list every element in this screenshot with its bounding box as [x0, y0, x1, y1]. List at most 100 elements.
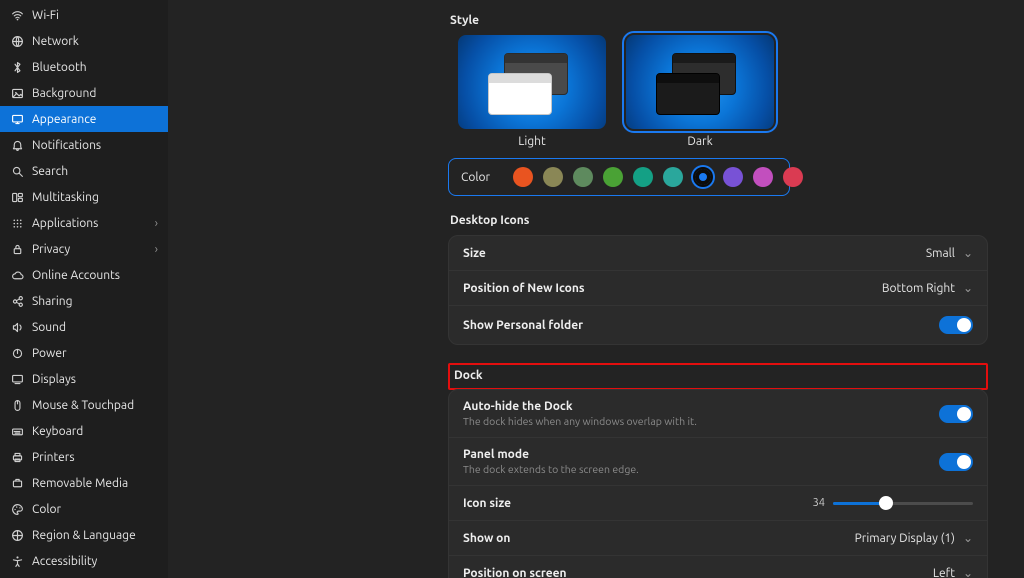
- style-label-dark: Dark: [626, 135, 774, 148]
- region-icon: [10, 528, 24, 542]
- a11y-icon: [10, 554, 24, 568]
- sidebar-item-wi-fi[interactable]: Wi-Fi: [0, 2, 168, 28]
- row-show-personal-folder: Show Personal folder: [449, 305, 987, 344]
- sidebar-item-label: Appearance: [32, 113, 96, 126]
- value-position-screen: Left: [933, 567, 955, 578]
- settings-sidebar: Wi-Fi NetworkBluetooth Background Appearanc…: [0, 0, 168, 578]
- globe-icon: [10, 34, 24, 48]
- sidebar-item-label: Displays: [32, 373, 76, 386]
- sidebar-item-online-accounts[interactable]: Online Accounts: [0, 262, 168, 288]
- display-icon: [10, 112, 24, 126]
- color-swatch-4[interactable]: [633, 167, 653, 187]
- style-option-light[interactable]: Light: [458, 35, 606, 148]
- label-show-personal: Show Personal folder: [463, 319, 583, 332]
- sidebar-item-bluetooth[interactable]: Bluetooth: [0, 54, 168, 80]
- picture-icon: [10, 86, 24, 100]
- row-position-on-screen[interactable]: Position on screen Left ⌄: [449, 555, 987, 578]
- style-preview-light[interactable]: [458, 35, 606, 129]
- chevron-down-icon: ⌄: [963, 246, 973, 260]
- sidebar-item-label: Multitasking: [32, 191, 99, 204]
- chevron-right-icon: ›: [155, 243, 158, 256]
- label-show-on: Show on: [463, 532, 510, 545]
- sidebar-item-displays[interactable]: Displays: [0, 366, 168, 392]
- label-icon-size: Icon size: [463, 497, 511, 510]
- style-label-light: Light: [458, 135, 606, 148]
- accent-color-row: Color: [448, 158, 790, 196]
- color-swatch-9[interactable]: [783, 167, 803, 187]
- value-position-new-icons: Bottom Right: [882, 282, 955, 295]
- sidebar-item-background[interactable]: Background: [0, 80, 168, 106]
- sidebar-item-label: Mouse & Touchpad: [32, 399, 134, 412]
- sidebar-item-label: Notifications: [32, 139, 101, 152]
- power-icon: [10, 346, 24, 360]
- sidebar-item-appearance[interactable]: Appearance: [0, 106, 168, 132]
- row-desktop-icon-size[interactable]: Size Small ⌄: [449, 236, 987, 270]
- sidebar-item-keyboard[interactable]: Keyboard: [0, 418, 168, 444]
- sidebar-item-mouse-touchpad[interactable]: Mouse & Touchpad: [0, 392, 168, 418]
- sidebar-item-applications[interactable]: Applications ›: [0, 210, 168, 236]
- sidebar-item-search[interactable]: Search: [0, 158, 168, 184]
- sidebar-item-removable-media[interactable]: Removable Media: [0, 470, 168, 496]
- row-show-on[interactable]: Show on Primary Display (1) ⌄: [449, 520, 987, 555]
- label-size: Size: [463, 247, 486, 260]
- sidebar-item-region-language[interactable]: Region & Language: [0, 522, 168, 548]
- sidebar-item-sharing[interactable]: Sharing: [0, 288, 168, 314]
- style-preview-dark[interactable]: [626, 35, 774, 129]
- sidebar-item-printers[interactable]: Printers: [0, 444, 168, 470]
- row-panel-mode: Panel mode The dock extends to the scree…: [449, 437, 987, 485]
- lock-icon: [10, 242, 24, 256]
- sidebar-item-label: Removable Media: [32, 477, 128, 490]
- label-position-screen: Position on screen: [463, 567, 567, 578]
- desktop-icons-list: Size Small ⌄ Position of New Icons Botto…: [448, 235, 988, 345]
- sidebar-item-notifications[interactable]: Notifications: [0, 132, 168, 158]
- sidebar-item-label: Region & Language: [32, 529, 136, 542]
- sidebar-item-label: Privacy: [32, 243, 70, 256]
- sidebar-item-multitasking[interactable]: Multitasking: [0, 184, 168, 210]
- sidebar-item-privacy[interactable]: Privacy ›: [0, 236, 168, 262]
- section-title-desktop-icons: Desktop Icons: [450, 214, 986, 227]
- apps-icon: [10, 216, 24, 230]
- sidebar-item-accessibility[interactable]: Accessibility: [0, 548, 168, 574]
- sidebar-item-sound[interactable]: Sound: [0, 314, 168, 340]
- toggle-show-personal[interactable]: [939, 316, 973, 334]
- multi-icon: [10, 190, 24, 204]
- color-swatch-3[interactable]: [603, 167, 623, 187]
- color-swatch-2[interactable]: [573, 167, 593, 187]
- sidebar-item-label: Wi-Fi: [32, 9, 59, 22]
- chevron-right-icon: ›: [155, 217, 158, 230]
- sidebar-item-label: Sound: [32, 321, 66, 334]
- toggle-autohide[interactable]: [939, 405, 973, 423]
- dock-list: Auto-hide the Dock The dock hides when a…: [448, 389, 988, 578]
- accent-color-label: Color: [461, 171, 501, 184]
- sidebar-item-network[interactable]: Network: [0, 28, 168, 54]
- label-position-new-icons: Position of New Icons: [463, 282, 585, 295]
- toggle-panel-mode[interactable]: [939, 453, 973, 471]
- sidebar-item-label: Keyboard: [32, 425, 83, 438]
- row-desktop-icon-position[interactable]: Position of New Icons Bottom Right ⌄: [449, 270, 987, 305]
- color-swatch-6[interactable]: [693, 167, 713, 187]
- color-swatch-7[interactable]: [723, 167, 743, 187]
- slider-icon-size[interactable]: [833, 496, 973, 510]
- share-icon: [10, 294, 24, 308]
- settings-main: Style Light Dark Color Desktop Icons: [168, 0, 1024, 578]
- sidebar-item-power[interactable]: Power: [0, 340, 168, 366]
- value-show-on: Primary Display (1): [855, 532, 955, 545]
- chevron-down-icon: ⌄: [963, 531, 973, 545]
- color-swatch-5[interactable]: [663, 167, 683, 187]
- bt-icon: [10, 60, 24, 74]
- color-swatch-8[interactable]: [753, 167, 773, 187]
- sidebar-item-label: Sharing: [32, 295, 73, 308]
- style-option-dark[interactable]: Dark: [626, 35, 774, 148]
- sidebar-item-label: Applications: [32, 217, 98, 230]
- sidebar-item-label: Power: [32, 347, 67, 360]
- sidebar-item-label: Background: [32, 87, 96, 100]
- mouse-icon: [10, 398, 24, 412]
- section-title-dock: Dock: [454, 369, 982, 382]
- sidebar-item-label: Printers: [32, 451, 75, 464]
- color-swatch-0[interactable]: [513, 167, 533, 187]
- sidebar-item-color[interactable]: Color: [0, 496, 168, 522]
- palette-icon: [10, 502, 24, 516]
- color-swatch-1[interactable]: [543, 167, 563, 187]
- search-icon: [10, 164, 24, 178]
- label-autohide: Auto-hide the Dock: [463, 400, 697, 413]
